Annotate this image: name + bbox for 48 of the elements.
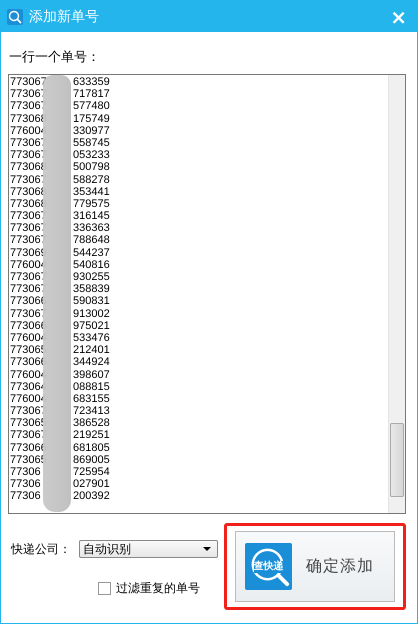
number-suffix: 577480: [73, 100, 110, 113]
number-suffix: 725954: [73, 466, 110, 478]
number-suffix: 053233: [73, 149, 110, 162]
number-suffix: 386528: [73, 417, 110, 430]
confirm-add-button[interactable]: 查快递 确定添加: [235, 531, 395, 602]
number-suffix: 200392: [73, 490, 110, 503]
number-suffix: 975021: [73, 320, 110, 332]
number-suffix: 681805: [73, 442, 110, 454]
number-suffix: 544237: [73, 246, 110, 259]
number-suffix: 723413: [73, 405, 110, 418]
company-label: 快递公司：: [11, 540, 72, 558]
tracking-number-field[interactable]: [8, 74, 406, 514]
number-suffix: 500798: [73, 161, 110, 174]
number-suffix: 930255: [73, 271, 110, 284]
filter-duplicates-checkbox[interactable]: 过滤重复的单号: [98, 580, 223, 597]
number-prefix: 77306: [10, 478, 42, 490]
number-suffix: 353441: [73, 186, 110, 198]
number-suffix: 633359: [73, 76, 110, 88]
number-suffix: 788648: [73, 234, 110, 247]
number-suffix: 175749: [73, 112, 110, 125]
number-suffix: 588278: [73, 174, 110, 186]
number-suffix: 088815: [73, 380, 110, 393]
number-suffix: 558745: [73, 136, 110, 150]
number-prefix: 77306: [10, 490, 42, 503]
number-suffix: 212401: [73, 344, 110, 356]
number-suffix: 027901: [73, 478, 110, 490]
number-prefix: 77306: [10, 466, 42, 478]
company-dropdown[interactable]: 自动识别: [79, 540, 218, 558]
window-title: 添加新单号: [29, 8, 100, 26]
scrollbar[interactable]: [388, 75, 405, 513]
magnifier-icon: [7, 8, 23, 24]
number-suffix: 398607: [73, 368, 110, 381]
number-suffix: 344924: [73, 356, 110, 368]
number-suffix: 779575: [73, 198, 110, 210]
number-suffix: 717817: [73, 88, 110, 100]
number-suffix: 590831: [73, 295, 110, 308]
number-suffix: 913002: [73, 308, 110, 320]
number-suffix: 869005: [73, 454, 110, 466]
number-suffix: 358839: [73, 283, 110, 296]
number-suffix: 683155: [73, 392, 110, 406]
number-suffix: 533476: [73, 332, 110, 344]
number-suffix: 336363: [73, 222, 110, 234]
number-suffix: 330977: [73, 124, 110, 137]
list-label: 一行一个单号：: [9, 49, 101, 67]
search-logo-icon: 查快递: [245, 543, 292, 590]
number-suffix: 219251: [73, 429, 110, 442]
number-suffix: 540816: [73, 258, 110, 271]
number-suffix: 316145: [73, 210, 110, 222]
